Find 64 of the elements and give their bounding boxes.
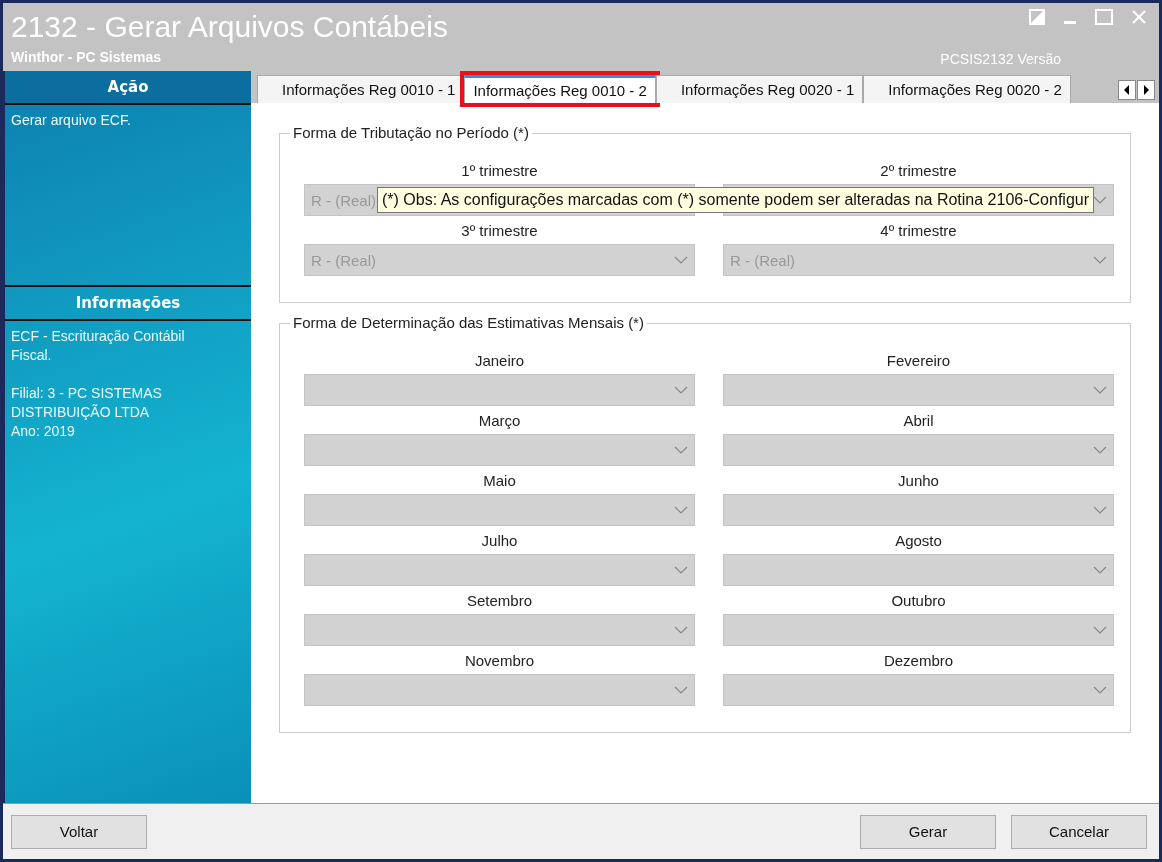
- scroll-left-icon[interactable]: [1118, 80, 1136, 100]
- scroll-right-icon[interactable]: [1137, 80, 1155, 100]
- group-title: Forma de Tributação no Período (*): [290, 124, 532, 141]
- chevron-down-icon: [674, 256, 688, 264]
- info-text: Filial: 3 - PC SISTEMAS DISTRIBUIÇÃO LTDA: [11, 384, 163, 422]
- field-label: Maio: [483, 472, 516, 489]
- chevron-down-icon: [1093, 626, 1107, 634]
- tab[interactable]: Informações Reg 0020 - 2: [863, 75, 1071, 103]
- back-button[interactable]: Voltar: [11, 814, 147, 849]
- dropdown[interactable]: [304, 374, 695, 406]
- dropdown[interactable]: [723, 614, 1114, 646]
- maximize-icon[interactable]: [1095, 9, 1113, 25]
- field-label: Outubro: [891, 592, 946, 609]
- chevron-down-icon: [1093, 686, 1107, 694]
- field-label: Fevereiro: [886, 352, 951, 369]
- chevron-down-icon: [674, 506, 688, 514]
- chevron-down-icon: [1093, 566, 1107, 574]
- generate-button[interactable]: Gerar: [860, 814, 996, 849]
- close-icon[interactable]: [1131, 9, 1147, 25]
- info-text: Ano: 2019: [11, 422, 76, 441]
- dropdown[interactable]: [304, 434, 695, 466]
- field-label: Junho: [898, 472, 939, 489]
- section-header: Informações: [5, 285, 251, 321]
- field-label: Novembro: [464, 652, 535, 669]
- chevron-down-icon: [1093, 446, 1107, 454]
- chevron-down-icon: [674, 686, 688, 694]
- dropdown[interactable]: [723, 374, 1114, 406]
- field-label: Julho: [481, 532, 518, 549]
- field-label: 2º trimestre: [880, 162, 957, 179]
- field-label: Abril: [903, 412, 934, 429]
- info-text: ECF - Escrituração Contábil Fiscal.: [11, 327, 186, 365]
- chevron-down-icon: [1093, 506, 1107, 514]
- dropdown[interactable]: [304, 674, 695, 706]
- tooltip: (*) Obs: As configurações marcadas com (*) somente podem ser alteradas na Rotina 2106-Configur: [377, 187, 1094, 213]
- chevron-down-icon: [674, 566, 688, 574]
- dropdown[interactable]: [723, 494, 1114, 526]
- field-label: Agosto: [895, 532, 942, 549]
- chevron-down-icon: [1093, 256, 1107, 264]
- field-label: 1º trimestre: [461, 162, 538, 179]
- chevron-down-icon: [674, 386, 688, 394]
- dropdown[interactable]: [723, 674, 1114, 706]
- section-header: Ação: [5, 71, 251, 105]
- chevron-down-icon: [1093, 386, 1107, 394]
- dropdown[interactable]: [304, 494, 695, 526]
- info-text: Gerar arquivo ECF.: [11, 111, 132, 130]
- tab[interactable]: Informações Reg 0020 - 1: [655, 75, 864, 103]
- chevron-down-icon: [674, 446, 688, 454]
- field-label: 4º trimestre: [880, 222, 957, 239]
- dropdown[interactable]: [304, 614, 695, 646]
- chevron-down-icon: [674, 626, 688, 634]
- cancel-button[interactable]: Cancelar: [1011, 814, 1147, 849]
- group-title: Forma de Determinação das Estimativas Mensais (*): [290, 314, 647, 331]
- dropdown[interactable]: [723, 554, 1114, 586]
- field-label: Janeiro: [474, 352, 525, 369]
- field-label: Setembro: [466, 592, 532, 609]
- dropdown[interactable]: [723, 434, 1114, 466]
- field-label: 3º trimestre: [461, 222, 538, 239]
- field-label: Março: [478, 412, 521, 429]
- field-label: Dezembro: [883, 652, 954, 669]
- window-subtitle: Winthor - PC Sistemas: [11, 49, 162, 65]
- window-title: 2132 - Gerar Arquivos Contábeis: [11, 9, 448, 45]
- restore-icon[interactable]: [1029, 9, 1045, 25]
- dropdown[interactable]: [304, 554, 695, 586]
- version-label: PCSIS2132 Versão: [940, 51, 1061, 67]
